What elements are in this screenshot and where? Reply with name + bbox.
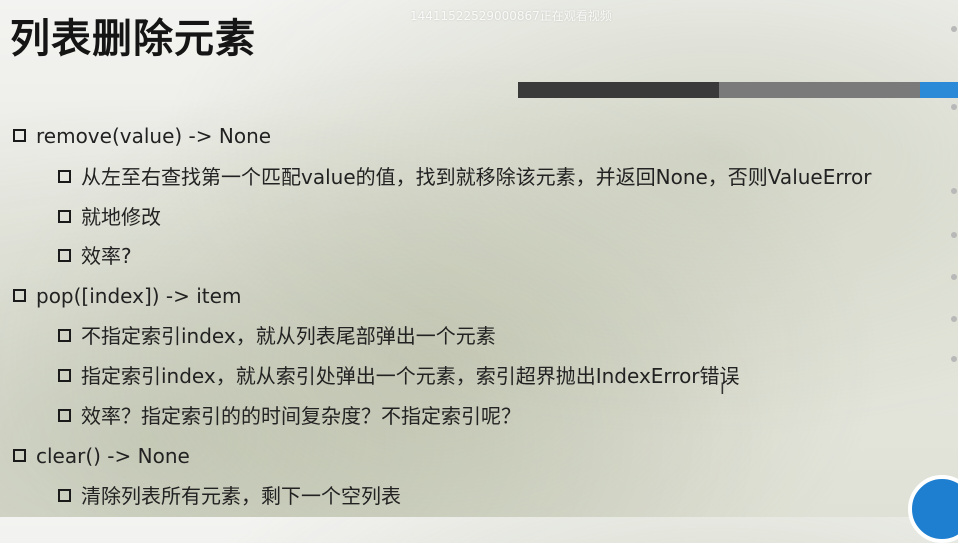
sub-bullet-efficiency: 效率? — [58, 242, 132, 270]
sub-bullet-pop-efficiency: 效率？指定索引的的时间复杂度？不指定索引呢？ — [58, 402, 521, 430]
sub-bullet-pop-no-index: 不指定索引index，就从列表尾部弹出一个元素 — [58, 322, 496, 350]
slide: 列表删除元素 14411522529000867正在观看视频 remove(va… — [0, 0, 958, 543]
bullet-square-icon — [58, 409, 71, 422]
sub-bullet-clear-desc: 清除列表所有元素，剩下一个空列表 — [58, 482, 401, 510]
progress-bar — [518, 82, 958, 98]
toolbar-dot-icon[interactable] — [951, 188, 957, 194]
bullet-square-icon — [13, 449, 26, 462]
logo-icon — [908, 475, 958, 543]
bullet-square-icon — [13, 129, 26, 142]
bullet-square-icon — [58, 369, 71, 382]
bullet-text: remove(value) -> None — [36, 124, 272, 148]
bullet-square-icon — [58, 489, 71, 502]
toolbar-dot-icon[interactable] — [951, 274, 957, 280]
bullet-square-icon — [13, 289, 26, 302]
sub-bullet-pop-index: 指定索引index，就从索引处弹出一个元素，索引超界抛出IndexError错误 — [58, 362, 740, 390]
toolbar-dot-icon[interactable] — [951, 316, 957, 322]
toolbar-dot-icon[interactable] — [951, 26, 957, 32]
bullet-square-icon — [58, 249, 71, 262]
bullet-text: 效率？指定索引的的时间复杂度？不指定索引呢？ — [81, 404, 521, 428]
watermark-text: 14411522529000867正在观看视频 — [410, 9, 612, 23]
progress-segment-mid — [719, 82, 920, 98]
bullet-text: 从左至右查找第一个匹配value的值，找到就移除该元素，并返回None，否则Va… — [81, 165, 872, 189]
bullet-pop: pop([index]) -> item — [13, 282, 241, 310]
bullet-square-icon — [58, 210, 71, 223]
sub-bullet-inplace: 就地修改 — [58, 203, 161, 231]
bullet-square-icon — [58, 170, 71, 183]
bullet-text: pop([index]) -> item — [36, 284, 242, 308]
progress-segment-dark — [518, 82, 719, 98]
bullet-clear: clear() -> None — [13, 442, 190, 470]
text-cursor-icon: I — [720, 379, 725, 398]
toolbar-dot-icon[interactable] — [951, 356, 957, 362]
slide-title: 列表删除元素 — [10, 16, 256, 62]
bullet-text: clear() -> None — [36, 444, 190, 468]
sub-bullet-remove-desc: 从左至右查找第一个匹配value的值，找到就移除该元素，并返回None，否则Va… — [58, 163, 871, 191]
toolbar-dot-icon[interactable] — [951, 104, 957, 110]
toolbar-dot-icon[interactable] — [951, 232, 957, 238]
bullet-text: 清除列表所有元素，剩下一个空列表 — [81, 484, 401, 508]
bullet-text: 不指定索引index，就从列表尾部弹出一个元素 — [81, 324, 496, 348]
right-edge-toolbar[interactable] — [950, 0, 958, 517]
bullet-text: 指定索引index，就从索引处弹出一个元素，索引超界抛出IndexError错误 — [81, 364, 740, 388]
bullet-text: 就地修改 — [81, 205, 161, 229]
bullet-text: 效率? — [81, 244, 132, 268]
bullet-square-icon — [58, 329, 71, 342]
bullet-remove: remove(value) -> None — [13, 122, 271, 150]
